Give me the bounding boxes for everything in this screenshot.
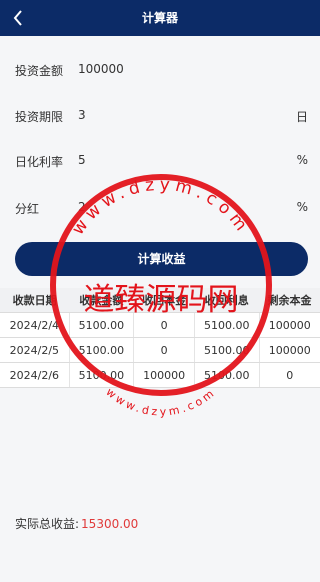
table-cell: 5100.00 [69, 312, 135, 338]
watermark-url-bottom: www.dzym.com [103, 385, 218, 418]
form-row-dividend: 分红 2 % [0, 186, 320, 230]
calculate-button[interactable]: 计算收益 [15, 242, 308, 276]
column-header: 收款日期 [0, 288, 70, 313]
amount-input[interactable]: 100000 [78, 62, 278, 76]
total-earnings: 实际总收益: 15300.00 [15, 515, 138, 532]
field-label: 投资金额 [15, 64, 64, 78]
table-row: 2024/2/5 5100.00 0 5100.00 100000 [0, 337, 320, 363]
table-header-row: 收款日期 收款金额 收回本金 收回利息 剩余本金 [0, 288, 320, 313]
field-unit: % [296, 200, 308, 214]
total-label: 实际总收益: [15, 517, 80, 531]
column-header: 收回本金 [133, 288, 195, 313]
field-label: 投资期限 [15, 110, 64, 124]
table-cell: 5100.00 [194, 312, 260, 338]
table-cell: 5100.00 [194, 362, 260, 388]
table-cell: 5100.00 [194, 337, 260, 363]
column-header: 剩余本金 [259, 288, 320, 313]
table-row: 2024/2/4 5100.00 0 5100.00 100000 [0, 312, 320, 338]
table-cell: 100000 [259, 337, 320, 363]
table-cell: 0 [259, 362, 320, 388]
rate-input[interactable]: 5 [78, 153, 278, 167]
period-input[interactable]: 3 [78, 108, 278, 122]
page-title: 计算器 [141, 11, 178, 25]
table-cell: 100000 [259, 312, 320, 338]
field-label: 分红 [15, 202, 40, 216]
table-cell: 5100.00 [69, 337, 135, 363]
table-cell: 100000 [133, 362, 196, 388]
column-header: 收款金额 [69, 288, 134, 313]
form-row-rate: 日化利率 5 % [0, 139, 320, 183]
form-row-amount: 投资金额 100000 [0, 48, 320, 92]
table-cell: 2024/2/5 [0, 337, 70, 363]
navbar: 计算器 [0, 0, 320, 36]
table-cell: 0 [133, 312, 196, 338]
field-unit: 日 [295, 110, 308, 124]
table-row: 2024/2/6 5100.00 100000 5100.00 0 [0, 362, 320, 388]
field-label: 日化利率 [15, 155, 64, 169]
form-row-period: 投资期限 3 日 [0, 94, 320, 138]
table-cell: 0 [133, 337, 196, 363]
table-cell: 2024/2/4 [0, 312, 70, 338]
table-cell: 5100.00 [69, 362, 135, 388]
total-amount: 15300.00 [81, 517, 139, 531]
column-header: 收回利息 [194, 288, 259, 313]
table-cell: 2024/2/6 [0, 362, 70, 388]
field-unit: % [296, 153, 308, 167]
dividend-input[interactable]: 2 [78, 200, 278, 214]
result-table: 收款日期 收款金额 收回本金 收回利息 剩余本金 2024/2/4 5100.0… [0, 288, 320, 388]
